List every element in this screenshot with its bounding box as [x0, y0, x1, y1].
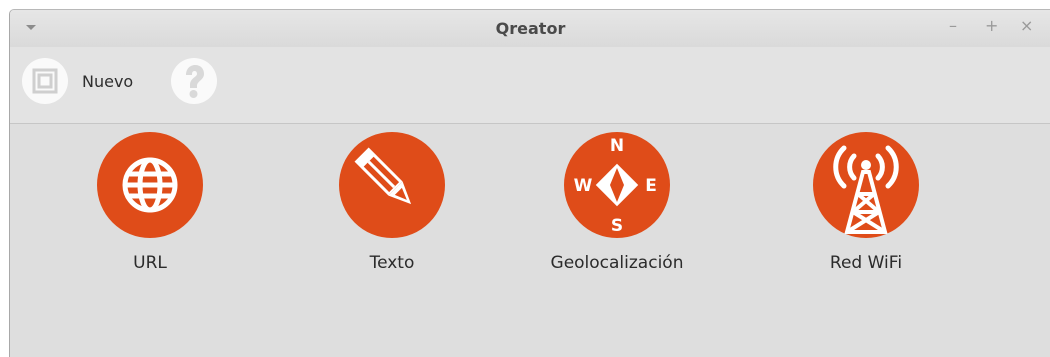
qr-type-label: Texto [369, 253, 415, 273]
new-button-label: Nuevo [82, 71, 134, 91]
qr-type-label: Geolocalización [550, 253, 684, 273]
title-bar[interactable]: Qreator – + × [10, 10, 1050, 47]
app-window: Qreator – + × Nuevo URL Texto N W E S Ge… [9, 9, 1050, 357]
maximize-button[interactable]: + [985, 16, 998, 36]
compass-letter-s: S [611, 216, 623, 236]
globe-icon [97, 132, 203, 238]
window-title: Qreator [495, 19, 566, 38]
new-button[interactable]: Nuevo [22, 58, 133, 104]
qr-type-url[interactable]: URL [70, 132, 230, 273]
qr-type-label: Red WiFi [829, 253, 903, 273]
compass-letter-w: W [574, 176, 593, 196]
compass-letter-e: E [645, 176, 657, 196]
new-document-icon [22, 58, 68, 104]
help-button[interactable] [171, 58, 217, 104]
qr-type-grid: URL Texto N W E S Geolocalización Red Wi… [10, 124, 1050, 357]
pencil-icon [339, 132, 445, 238]
qr-type-wifi[interactable]: Red WiFi [786, 132, 946, 273]
close-button[interactable]: × [1020, 16, 1033, 36]
qr-type-label: URL [133, 253, 167, 273]
question-icon [171, 58, 217, 104]
qr-type-text[interactable]: Texto [312, 132, 472, 273]
minimize-button[interactable]: – [949, 16, 957, 36]
wifi-tower-icon [813, 132, 919, 238]
toolbar: Nuevo [10, 47, 1050, 124]
qr-type-geolocation[interactable]: N W E S Geolocalización [537, 132, 697, 273]
compass-letter-n: N [610, 136, 624, 156]
compass-icon: N W E S [564, 132, 670, 238]
